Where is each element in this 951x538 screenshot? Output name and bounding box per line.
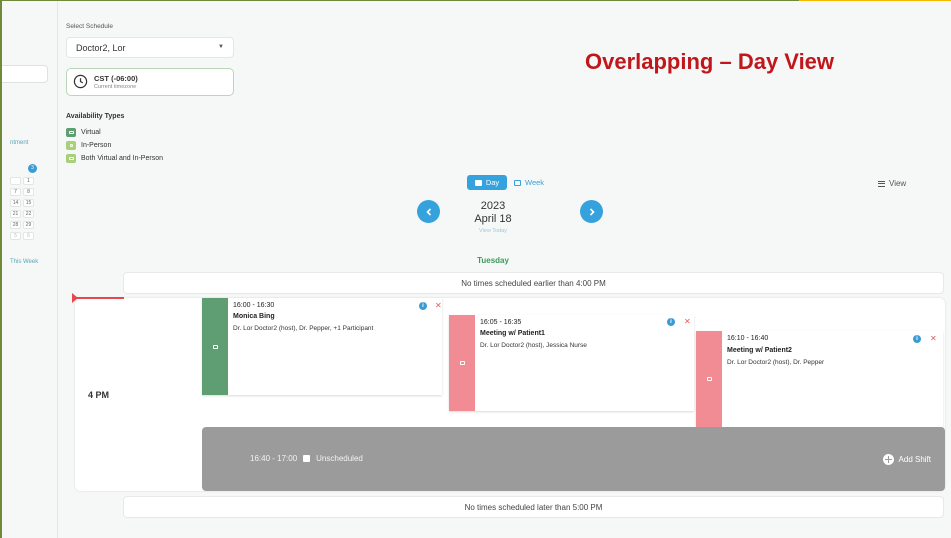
calendar-day[interactable]: 22 [23, 210, 34, 218]
appointment-participants: Dr. Lor Doctor2 (host), Jessica Nurse [480, 342, 587, 349]
info-icon[interactable]: i [419, 302, 427, 310]
calendar-day[interactable]: 28 [10, 221, 21, 229]
person-icon [449, 315, 475, 411]
schedule-select-value: Doctor2, Lor [76, 43, 126, 53]
chevron-right-icon [589, 207, 595, 216]
week-view-label: Week [525, 178, 545, 187]
appointment-participants: Dr. Lor Doctor2 (host), Dr. Pepper [727, 359, 825, 366]
calendar-day[interactable]: 5 [10, 232, 21, 240]
earlier-notice: No times scheduled earlier than 4:00 PM [123, 272, 944, 294]
legend-in-person: In-Person [66, 140, 111, 150]
plus-icon [882, 454, 894, 465]
availability-title: Availability Types [66, 113, 125, 120]
view-today-link[interactable]: View Today [458, 228, 528, 234]
info-icon[interactable]: i [667, 318, 675, 326]
view-menu-label: View [889, 179, 907, 188]
appointment-card[interactable]: 16:00 - 16:30 Monica Bing Dr. Lor Doctor… [202, 298, 442, 395]
calendar-day[interactable] [10, 177, 21, 185]
sidebar-appointment-link[interactable]: ntment [10, 140, 28, 146]
main-panel: Select Schedule Doctor2, Lor ▼ CST (-06:… [58, 1, 951, 538]
timezone-caption: Current timezone [94, 84, 137, 90]
person-icon [66, 140, 76, 150]
legend-label: Virtual [81, 128, 101, 136]
calendar-day[interactable]: 6 [23, 232, 34, 240]
sidebar: ntment 3 1 78 14 15 21 22 28 29 56 This Wee… [2, 1, 58, 538]
calendar-day[interactable]: 7 [10, 188, 21, 196]
calendar-day[interactable]: 15 [23, 199, 34, 207]
chevron-left-icon [425, 207, 431, 216]
week-view-button[interactable]: Week [514, 175, 544, 190]
date-year: 2023 [480, 200, 506, 212]
close-icon[interactable]: ✕ [684, 318, 691, 326]
calendar-icon [514, 179, 521, 186]
calendar-icon [303, 455, 311, 462]
today-badge[interactable]: 3 [28, 164, 37, 173]
legend-both: Both Virtual and In-Person [66, 153, 163, 163]
day-view-button[interactable]: Day [467, 175, 507, 190]
date-month-day: April 18 [474, 213, 512, 225]
appointment-time: 16:10 - 16:40 [727, 335, 769, 342]
appointment-title: Meeting w/ Patient1 [480, 330, 545, 337]
both-types-icon [66, 153, 76, 163]
appointment-card[interactable]: 16:05 - 16:35 Meeting w/ Patient1 Dr. Lo… [449, 315, 694, 411]
timezone-box[interactable]: CST (-06:00) Current timezone [66, 68, 234, 96]
timezone-name: CST (-06:00) [94, 74, 138, 83]
next-day-button[interactable] [580, 200, 603, 223]
unscheduled-label: Unscheduled [316, 454, 363, 463]
calendar-day[interactable]: 14 [10, 199, 21, 207]
this-week-link[interactable]: This Week [10, 259, 38, 265]
add-shift-label: Add Shift [898, 455, 931, 464]
legend-label: In-Person [81, 141, 112, 149]
appointment-time: 16:05 - 16:35 [480, 319, 522, 326]
add-shift-button[interactable]: Add Shift [882, 454, 931, 465]
unscheduled-time: 16:40 - 17:00 [250, 454, 298, 463]
view-menu-button[interactable]: View [878, 179, 906, 188]
weekday-label: Tuesday [477, 256, 509, 265]
unscheduled-info: 16:40 - 17:00 Unscheduled [250, 454, 363, 463]
appointment-card[interactable]: 16:10 - 16:40 Meeting w/ Patient2 Dr. Lo… [696, 331, 943, 427]
calendar-icon [474, 179, 482, 186]
calendar-day[interactable]: 1 [23, 177, 34, 185]
previous-day-button[interactable] [417, 200, 440, 223]
person-icon [696, 331, 722, 427]
schedule-label: Select Schedule [66, 23, 113, 30]
day-view-label: Day [485, 178, 500, 187]
current-time-line [72, 297, 124, 299]
close-icon[interactable]: ✕ [930, 335, 937, 343]
slide-heading: Overlapping – Day View [585, 49, 835, 74]
appointment-title: Meeting w/ Patient2 [727, 347, 792, 354]
current-time-marker [72, 293, 78, 303]
close-icon[interactable]: ✕ [435, 302, 442, 310]
video-icon [202, 298, 228, 395]
unscheduled-block[interactable]: 16:40 - 17:00 Unscheduled Add Shift [202, 427, 945, 491]
legend-label: Both Virtual and In-Person [81, 154, 163, 162]
calendar-day[interactable]: 21 [10, 210, 21, 218]
video-icon [66, 127, 76, 137]
calendar-day[interactable]: 8 [23, 188, 34, 196]
schedule-select[interactable]: Doctor2, Lor ▼ [66, 37, 234, 58]
clock-icon [73, 74, 88, 89]
chevron-down-icon: ▼ [218, 44, 224, 50]
appointment-time: 16:00 - 16:30 [233, 302, 275, 309]
mini-calendar: 1 78 14 15 21 22 28 29 56 [10, 177, 48, 243]
appointment-participants: Dr. Lor Doctor2 (host), Dr. Pepper, +1 P… [233, 325, 374, 332]
menu-icon [878, 180, 885, 187]
calendar-day[interactable]: 29 [23, 221, 34, 229]
appointment-title: Monica Bing [233, 313, 275, 320]
later-notice: No times scheduled later than 5:00 PM [123, 496, 944, 518]
hour-label: 4 PM [88, 390, 110, 400]
sidebar-search-box[interactable] [2, 65, 48, 83]
legend-virtual: Virtual [66, 127, 101, 137]
info-icon[interactable]: i [913, 335, 921, 343]
